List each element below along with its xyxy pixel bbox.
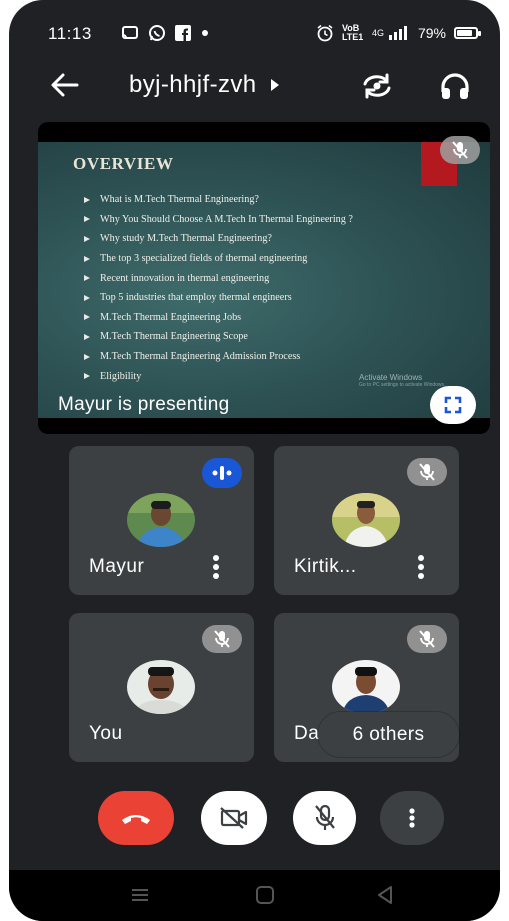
audio-level-icon [212,466,232,480]
meeting-code: byj-hhjf-zvh [129,71,257,98]
slide-bullet: Why study M.Tech Thermal Engineering? [84,229,353,249]
slide-title: OVERVIEW [73,154,174,173]
mic-off-icon [452,141,468,159]
toggle-camera-button[interactable] [201,791,267,845]
meeting-info-button[interactable]: byj-hhjf-zvh [129,71,279,99]
status-system-icons: VoB LTE1 4G 79% [316,23,481,42]
shared-slide: OVERVIEW What is M.Tech Thermal Engineer… [38,142,490,418]
participant-tile-you[interactable]: You [69,613,254,762]
avatar [332,660,400,714]
participant-name: Mayur [89,556,145,577]
mic-off-icon [314,804,335,830]
others-chip[interactable]: 6 others [318,712,459,757]
slide-bullet: M.Tech Thermal Engineering Scope [84,327,353,347]
more-options-icon[interactable] [409,550,433,584]
watermark-title: Activate Windows [359,373,423,382]
end-call-button[interactable] [98,791,174,845]
muted-badge [202,625,242,653]
slide-bullet: What is M.Tech Thermal Engineering? [84,190,353,210]
speaking-indicator [202,458,242,488]
presenter-muted-badge [440,136,480,164]
system-nav-bar [9,870,500,921]
hang-up-icon [122,815,150,824]
fullscreen-icon [444,396,462,414]
slide-bullet: Top 5 industries that employ thermal eng… [84,288,353,308]
slide-bullet: Why You Should Choose A M.Tech In Therma… [84,210,353,230]
meeting-top-bar: byj-hhjf-zvh [9,62,500,110]
back-nav-icon[interactable] [374,884,396,906]
back-arrow-icon[interactable] [49,70,81,100]
toggle-mic-button[interactable] [293,791,356,845]
avatar [127,660,195,714]
fullscreen-button[interactable] [430,386,476,424]
participant-name: Kirtik... [294,556,357,577]
whatsapp-icon [149,25,165,41]
avatar [332,493,400,547]
slide-bullet: Recent innovation in thermal engineering [84,268,353,288]
slide-bullet-list: What is M.Tech Thermal Engineering? Why … [84,190,353,386]
mic-off-icon [419,630,435,648]
chevron-right-icon [270,79,279,91]
headphones-icon[interactable] [437,68,473,104]
more-options-icon[interactable] [204,550,228,584]
avatar [127,493,195,547]
mic-off-icon [214,630,230,648]
status-notification-icons [121,24,208,42]
status-bar: 11:13 VoB LTE1 4G 79% [9,0,500,62]
battery-icon [454,27,481,39]
home-icon[interactable] [254,884,276,906]
participant-tile-kirtik[interactable]: Kirtik... [274,446,459,595]
slide-bullet: Eligibility [84,366,353,386]
more-vertical-icon [409,808,415,828]
slide-bullet: M.Tech Thermal Engineering Admission Pro… [84,347,353,367]
phone-screen: 11:13 VoB LTE1 4G 79% byj-hhjf-zvh OVERV… [9,0,500,921]
signal-type: 4G [371,28,384,38]
mic-off-icon [419,463,435,481]
presentation-tile[interactable]: OVERVIEW What is M.Tech Thermal Engineer… [38,122,490,434]
muted-badge [407,458,447,486]
muted-badge [407,625,447,653]
facebook-icon [175,25,191,41]
status-time: 11:13 [48,24,92,43]
participant-name: You [89,723,123,744]
camera-off-icon [220,807,248,829]
battery-percent: 79% [417,25,446,41]
notification-dot-icon [202,30,208,36]
signal-strength-icon [388,26,407,40]
cast-icon [122,26,138,39]
network-type: VoB LTE1 [341,23,364,42]
more-options-button[interactable] [380,791,444,845]
presenting-label: Mayur is presenting [58,394,230,415]
participant-tile-mayur[interactable]: Mayur [69,446,254,595]
slide-bullet: The top 3 specialized fields of thermal … [84,249,353,269]
switch-camera-icon[interactable] [359,68,395,104]
recent-apps-icon[interactable] [129,884,151,906]
slide-bullet: M.Tech Thermal Engineering Jobs [84,308,353,328]
alarm-icon [317,24,333,42]
